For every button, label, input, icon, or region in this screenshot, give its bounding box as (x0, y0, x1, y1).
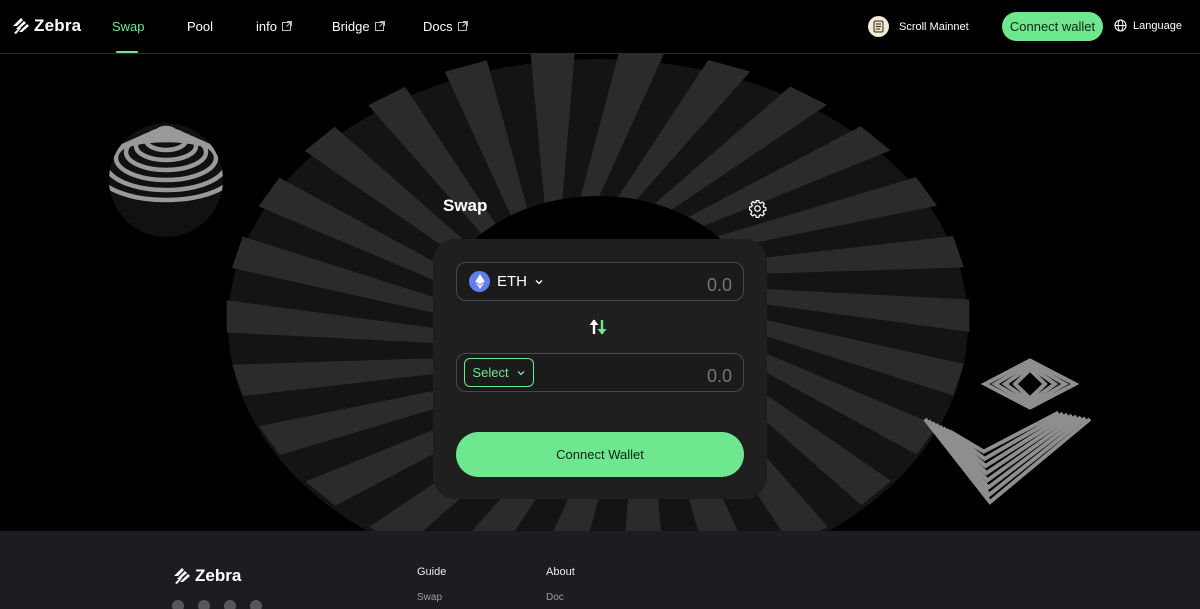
chevron-down-icon (535, 279, 543, 284)
nav-label: Swap (112, 19, 145, 34)
footer-heading: About (546, 566, 575, 578)
nav-label: info (256, 19, 277, 34)
zebra-logo-icon (174, 568, 190, 584)
from-amount-input[interactable] (612, 275, 732, 296)
select-token-button[interactable]: Select (464, 358, 534, 387)
footer-logo[interactable]: Zebra (172, 566, 241, 586)
language-selector[interactable]: Language (1114, 19, 1182, 32)
scroll-network-icon (868, 16, 889, 37)
footer: Zebra Guide Swap About Doc (0, 531, 1200, 609)
twitter-icon[interactable] (224, 600, 236, 609)
nav-label: Pool (187, 19, 214, 34)
settings-gear-icon[interactable] (748, 199, 767, 218)
nav-docs[interactable]: Docs (423, 19, 468, 34)
network-name: Scroll Mainnet (899, 20, 969, 33)
footer-column-about: About Doc (546, 566, 575, 603)
medium-icon[interactable] (198, 600, 210, 609)
nav-label: Bridge (332, 19, 370, 34)
connect-wallet-main-button[interactable]: Connect Wallet (456, 432, 744, 477)
footer-link[interactable]: Swap (417, 592, 446, 603)
from-token-symbol: ETH (497, 273, 527, 290)
to-token-field: Select (456, 353, 744, 392)
from-token-selector[interactable]: ETH (469, 271, 544, 292)
select-token-label: Select (472, 365, 509, 380)
nav-bridge[interactable]: Bridge (332, 19, 385, 34)
zebra-logo[interactable]: Zebra (11, 16, 81, 36)
nav-info[interactable]: info (256, 19, 292, 34)
external-link-icon (374, 20, 385, 31)
footer-heading: Guide (417, 566, 447, 578)
external-link-icon (457, 20, 468, 31)
footer-column-guide: Guide Swap (417, 566, 446, 603)
hero-section: Swap ETH Select (0, 54, 1200, 531)
eth-icon (469, 271, 490, 292)
nav-pool[interactable]: Pool (187, 19, 213, 34)
chevron-down-icon (517, 370, 525, 375)
from-token-field: ETH (456, 262, 744, 301)
nav-label: Docs (423, 19, 453, 34)
nav-swap[interactable]: Swap (112, 19, 145, 34)
zebra-logo-icon (13, 18, 29, 34)
to-amount-input[interactable] (612, 366, 732, 387)
language-label: Language (1133, 19, 1182, 32)
brand-name: Zebra (34, 16, 82, 35)
network-selector[interactable]: Scroll Mainnet (868, 16, 969, 37)
sphere-decoration (109, 123, 223, 237)
external-link-icon (281, 20, 292, 31)
social-links (172, 600, 262, 609)
top-header: Zebra Swap Pool info Bridge Docs Scroll … (0, 0, 1200, 54)
swap-card: ETH Select Connect Wallet (433, 239, 767, 499)
discord-icon[interactable] (250, 600, 262, 609)
swap-title: Swap (443, 196, 488, 215)
nav-active-indicator (116, 51, 138, 53)
globe-icon (1114, 19, 1127, 32)
footer-brand-name: Zebra (195, 566, 242, 585)
connect-wallet-button[interactable]: Connect wallet (1002, 12, 1103, 41)
github-icon[interactable] (172, 600, 184, 609)
footer-link[interactable]: Doc (546, 592, 575, 603)
swap-direction-icon[interactable] (588, 318, 608, 336)
